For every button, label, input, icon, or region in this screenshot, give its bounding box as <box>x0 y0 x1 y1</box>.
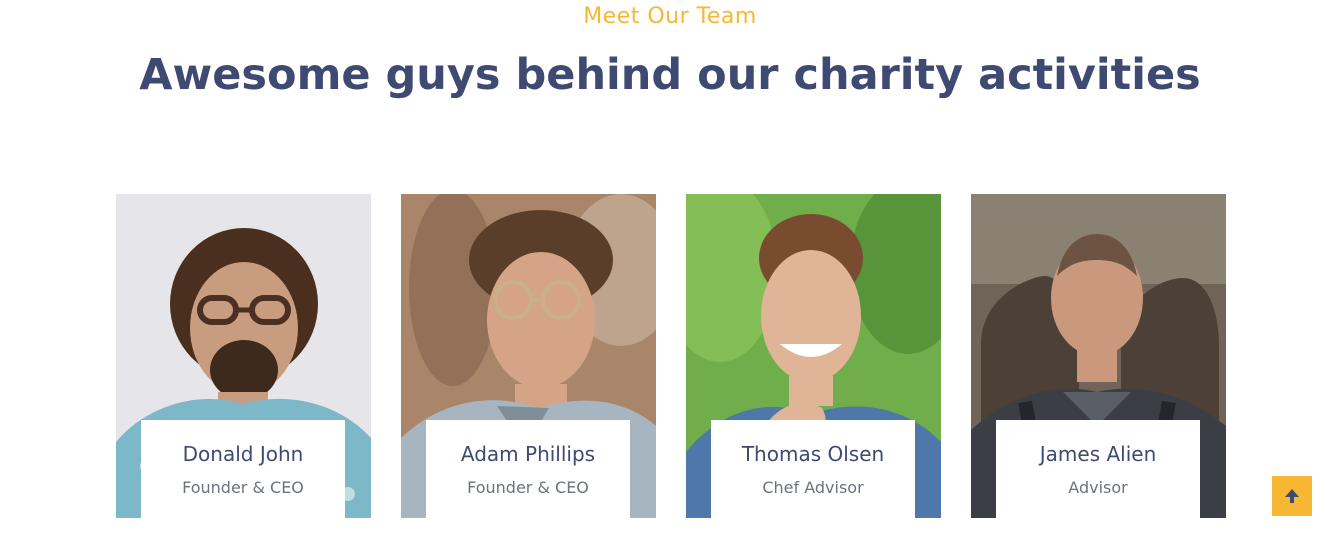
member-name: Donald John <box>182 442 304 466</box>
section-title: Awesome guys behind our charity activiti… <box>139 50 1201 100</box>
member-name: James Alien <box>1039 442 1157 466</box>
member-role: Founder & CEO <box>467 478 589 497</box>
team-card: James Alien Advisor <box>971 194 1226 518</box>
member-role: Advisor <box>1068 478 1128 497</box>
arrow-up-icon <box>1283 487 1301 505</box>
scroll-to-top-button[interactable] <box>1272 476 1312 516</box>
team-grid: Donald John Founder & CEO Adam Phillips … <box>116 194 1226 518</box>
member-name: Adam Phillips <box>460 442 596 466</box>
member-role: Founder & CEO <box>182 478 304 497</box>
team-card: Thomas Olsen Chef Advisor <box>686 194 941 518</box>
team-card: Donald John Founder & CEO <box>116 194 371 518</box>
section-eyebrow: Meet Our Team <box>583 4 757 29</box>
team-card: Adam Phillips Founder & CEO <box>401 194 656 518</box>
member-info-box: Thomas Olsen Chef Advisor <box>711 420 915 518</box>
member-info-box: James Alien Advisor <box>996 420 1200 518</box>
member-role: Chef Advisor <box>762 478 864 497</box>
member-info-box: Adam Phillips Founder & CEO <box>426 420 630 518</box>
member-info-box: Donald John Founder & CEO <box>141 420 345 518</box>
member-name: Thomas Olsen <box>741 442 885 466</box>
